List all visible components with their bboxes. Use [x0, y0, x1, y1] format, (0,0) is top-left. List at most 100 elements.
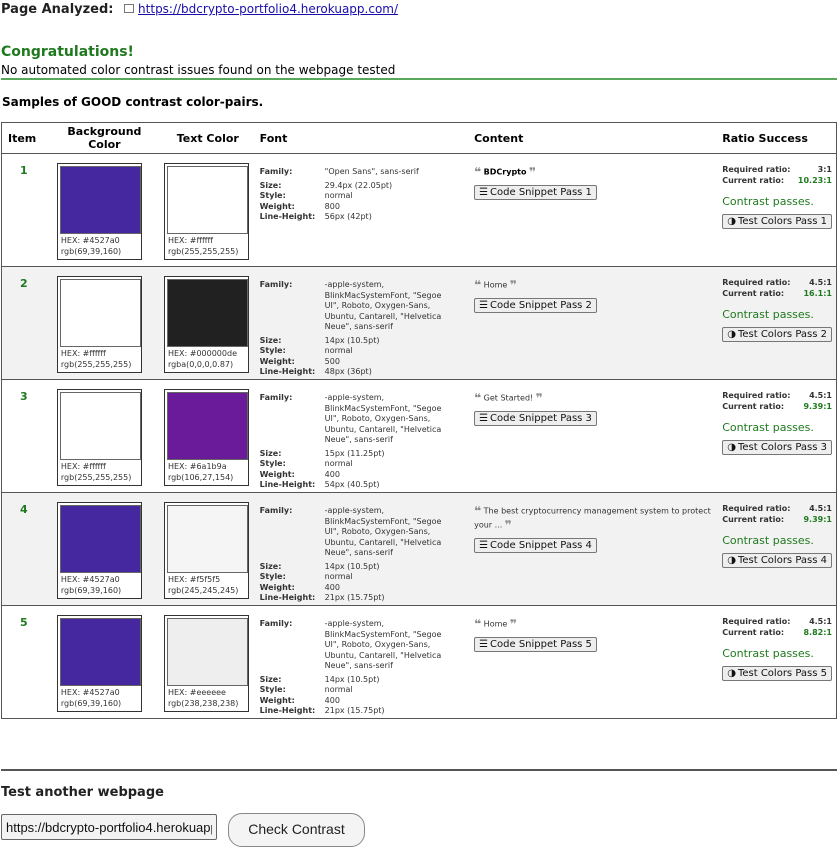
contrast-icon: ◑ — [727, 555, 736, 566]
item-number: 2 — [1, 266, 53, 380]
font-family-line: Family: -apple-system, BlinkMacSystemFont… — [260, 280, 468, 333]
font-size-label: Size: — [259, 674, 282, 684]
required-ratio-label: Required ratio: — [722, 165, 791, 174]
text-hex: HEX: #6a1b9a — [167, 462, 227, 471]
background-swatch — [59, 505, 141, 573]
content-sample: ❝ Home ❞ — [474, 617, 716, 631]
current-ratio: Current ratio: 8.82:1 — [722, 628, 832, 639]
required-ratio: Required ratio: 4.5:1 — [722, 617, 832, 628]
current-ratio-label: Current ratio: — [722, 175, 785, 185]
current-ratio: Current ratio: 16.1:1 — [722, 289, 832, 300]
ratio-cell: Required ratio: 4.5:1 Current ratio: 16.1:1… — [716, 266, 837, 380]
code-snippet-label: Code Snippet Pass 4 — [490, 540, 592, 551]
font-style-line: Style: normal — [260, 572, 468, 583]
required-ratio-label: Required ratio: — [722, 391, 791, 400]
font-style-value: normal — [324, 459, 353, 468]
text-swatch-box: HEX: #6a1b9a rgb(106,27,154) — [163, 389, 249, 486]
close-quote-icon: ❞ — [509, 278, 517, 292]
page-analyzed-label: Page Analyzed: — [1, 2, 114, 17]
text-color-cell: HEX: #ffffff rgb(255,255,255) — [155, 153, 254, 267]
font-style-line: Style: normal — [260, 191, 468, 202]
line-height-line: Line-Height: 21px (15.75pt) — [260, 593, 468, 604]
font-style-line: Style: normal — [260, 459, 468, 470]
font-size-value: 14px (10.5pt) — [324, 335, 380, 345]
check-contrast-button[interactable]: Check Contrast — [228, 813, 365, 847]
font-size-line: Size: 14px (10.5pt) — [260, 675, 468, 686]
content-text: Get Started! — [483, 393, 534, 403]
font-family-value: -apple-system, BlinkMacSystemFont, "Sego… — [324, 506, 442, 557]
font-weight-line: Weight: 400 — [260, 583, 468, 594]
text-hex: HEX: #000000de — [167, 349, 237, 358]
font-weight-line: Weight: 500 — [260, 357, 468, 368]
font-size-value: 14px (10.5pt) — [324, 674, 380, 684]
font-cell: Family: "Open Sans", sans-serif Size: 29.4p… — [253, 153, 469, 267]
required-ratio: Required ratio: 4.5:1 — [722, 278, 832, 289]
font-size-line: Size: 14px (10.5pt) — [260, 336, 468, 347]
content-cell: ❝ BDCrypto ❞ ☰ Code Snippet Pass 1 — [468, 153, 717, 267]
content-text: Home — [483, 619, 508, 629]
snippet-lines-icon: ☰ — [479, 540, 489, 551]
font-weight-label: Weight: — [259, 356, 295, 366]
background-color-cell: HEX: #ffffff rgb(255,255,255) — [52, 379, 156, 493]
font-weight-value: 400 — [324, 582, 340, 592]
text-rgb: rgb(245,245,245) — [167, 586, 239, 595]
text-rgb: rgb(238,238,238) — [167, 699, 239, 708]
text-hex: HEX: #f5f5f5 — [167, 575, 221, 584]
background-swatch-box: HEX: #4527a0 rgb(69,39,160) — [56, 502, 142, 599]
background-swatch-box: HEX: #4527a0 rgb(69,39,160) — [56, 163, 142, 260]
test-colors-button[interactable]: ◑ Test Colors Pass 4 — [722, 553, 832, 568]
background-color-cell: HEX: #4527a0 rgb(69,39,160) — [52, 605, 156, 719]
content-sample: ❝ Get Started! ❞ — [474, 391, 716, 405]
close-quote-icon: ❞ — [504, 518, 512, 532]
line-height-label: Line-Height: — [259, 706, 316, 715]
current-ratio: Current ratio: 9.39:1 — [722, 515, 832, 526]
font-style-label: Style: — [259, 346, 286, 355]
background-rgb: rgb(69,39,160) — [60, 586, 122, 595]
text-color-cell: HEX: #eeeeee rgb(238,238,238) — [155, 605, 254, 719]
font-size-value: 14px (10.5pt) — [324, 561, 380, 571]
test-colors-button[interactable]: ◑ Test Colors Pass 3 — [722, 440, 832, 455]
font-style-label: Style: — [259, 572, 286, 581]
test-colors-button[interactable]: ◑ Test Colors Pass 2 — [722, 327, 832, 342]
open-quote-icon: ❝ — [474, 617, 482, 631]
text-swatch-text: HEX: #000000de rgba(0,0,0,0.87) — [168, 348, 237, 370]
text-swatch — [166, 505, 248, 573]
background-swatch — [59, 618, 141, 686]
font-weight-value: 500 — [324, 356, 340, 366]
table-row: 1 HEX: #4527a0 rgb(69,39,160) HEX: #ffffff r… — [1, 153, 837, 267]
current-ratio-label: Current ratio: — [722, 627, 785, 637]
open-quote-icon: ❝ — [474, 391, 482, 405]
test-colors-button[interactable]: ◑ Test Colors Pass 1 — [722, 214, 832, 229]
contrast-icon: ◑ — [727, 216, 736, 227]
text-swatch-text: HEX: #eeeeee rgb(238,238,238) — [168, 687, 238, 709]
background-swatch-text: HEX: #4527a0 rgb(69,39,160) — [61, 574, 121, 596]
background-hex: HEX: #4527a0 — [60, 688, 120, 697]
header-background-color: Background Color — [52, 122, 156, 154]
font-family-label: Family: — [259, 167, 293, 176]
analyzed-url-link[interactable]: https://bdcrypto-portfolio4.herokuapp.co… — [138, 2, 398, 16]
content-text: Home — [483, 280, 508, 290]
code-snippet-label: Code Snippet Pass 5 — [490, 639, 592, 650]
current-ratio-label: Current ratio: — [722, 514, 785, 524]
text-swatch-box: HEX: #ffffff rgb(255,255,255) — [163, 163, 249, 260]
code-snippet-button[interactable]: ☰ Code Snippet Pass 3 — [474, 411, 597, 426]
item-number: 5 — [1, 605, 53, 719]
code-snippet-button[interactable]: ☰ Code Snippet Pass 2 — [474, 298, 597, 313]
background-hex: HEX: #ffffff — [60, 349, 106, 358]
contrast-passes-text: Contrast passes. — [722, 308, 814, 321]
content-sample: ❝ The best cryptocurrency management sys… — [474, 504, 716, 532]
background-swatch-text: HEX: #ffffff rgb(255,255,255) — [61, 461, 131, 483]
background-swatch — [59, 166, 141, 234]
contrast-passes-text: Contrast passes. — [722, 534, 814, 547]
test-colors-button[interactable]: ◑ Test Colors Pass 5 — [722, 666, 832, 681]
code-snippet-button[interactable]: ☰ Code Snippet Pass 1 — [474, 185, 597, 200]
code-snippet-button[interactable]: ☰ Code Snippet Pass 4 — [474, 538, 597, 553]
current-ratio: Current ratio: 9.39:1 — [722, 402, 832, 413]
code-snippet-button[interactable]: ☰ Code Snippet Pass 5 — [474, 637, 597, 652]
congratulations-heading: Congratulations! — [1, 44, 134, 60]
url-input[interactable] — [1, 814, 217, 840]
snippet-lines-icon: ☰ — [479, 187, 489, 198]
text-swatch — [166, 166, 248, 234]
background-swatch-box: HEX: #4527a0 rgb(69,39,160) — [56, 615, 142, 712]
contrast-icon: ◑ — [727, 329, 736, 340]
